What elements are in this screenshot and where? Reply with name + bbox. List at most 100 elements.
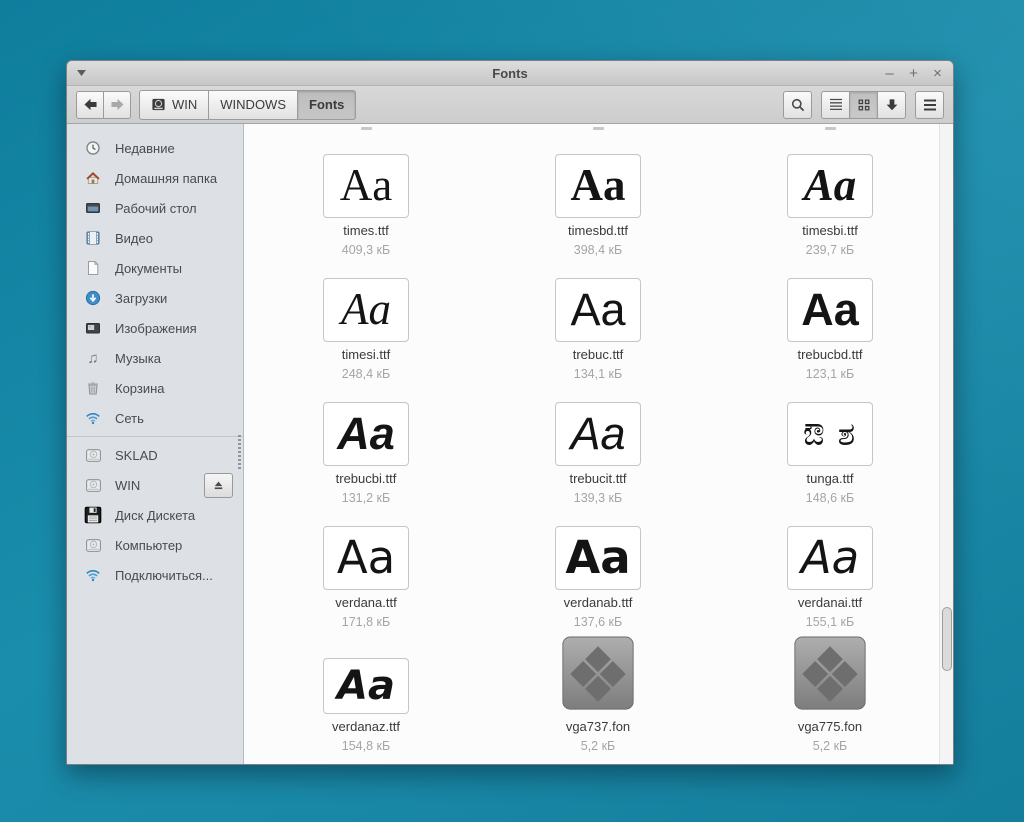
clipped-row-remnant (825, 127, 836, 130)
file-item-verdana[interactable]: Aa verdana.ttf 171,8 кБ (250, 504, 482, 628)
files-view[interactable]: Aa times.ttf 409,3 кБ Aa timesbd.ttf 398… (244, 124, 953, 764)
window-title: Fonts (67, 66, 953, 81)
vertical-scrollbar[interactable] (939, 124, 953, 764)
file-size: 131,2 кБ (342, 492, 390, 505)
file-item-verdanab[interactable]: Aa verdanab.ttf 137,6 кБ (482, 504, 714, 628)
file-item-trebucbd[interactable]: Aa trebucbd.ttf 123,1 кБ (714, 256, 946, 380)
file-grid: Aa times.ttf 409,3 кБ Aa timesbd.ttf 398… (244, 124, 953, 752)
sidebar-item-home[interactable]: Домашняя папка (67, 163, 243, 193)
sidebar-item-downloads[interactable]: Загрузки (67, 283, 243, 313)
sidebar-item-label: Компьютер (115, 538, 182, 553)
sidebar-item-trash[interactable]: Корзина (67, 373, 243, 403)
desktop-icon (84, 199, 102, 217)
sidebar-item-images[interactable]: Изображения (67, 313, 243, 343)
sidebar-item-win[interactable]: WIN (67, 470, 243, 500)
font-preview-thumbnail: Aa (323, 526, 409, 590)
file-item-verdanai[interactable]: Aa verdanai.ttf 155,1 кБ (714, 504, 946, 628)
sidebar-item-label: Изображения (115, 321, 197, 336)
breadcrumb-label: WINDOWS (220, 97, 286, 112)
scrollbar-thumb[interactable] (942, 607, 952, 671)
arrow-down-icon (885, 98, 899, 112)
breadcrumb-item-win[interactable]: WIN (139, 90, 209, 120)
fon-file-icon (561, 634, 635, 714)
view-toggle-group (821, 91, 906, 119)
minimize-button[interactable]: – (883, 66, 896, 81)
file-size: 155,1 кБ (806, 616, 854, 629)
breadcrumb-label: WIN (172, 97, 197, 112)
file-size: 5,2 кБ (813, 740, 848, 753)
file-name: trebucbd.ttf (797, 347, 862, 363)
list-view-button[interactable] (821, 91, 850, 119)
sidebar-item-desktop[interactable]: Рабочий стол (67, 193, 243, 223)
fon-file-icon (793, 634, 867, 714)
document-icon (84, 259, 102, 277)
file-item-times[interactable]: Aa times.ttf 409,3 кБ (250, 132, 482, 256)
sidebar-item-label: Подключиться... (115, 568, 213, 583)
sidebar-item-computer[interactable]: Компьютер (67, 530, 243, 560)
file-name: verdanab.ttf (564, 595, 633, 611)
file-name: verdana.ttf (335, 595, 396, 611)
font-preview-thumbnail: Aa (787, 278, 873, 342)
drive-icon (84, 476, 102, 494)
grid-view-button[interactable] (849, 91, 878, 119)
home-icon (84, 169, 102, 187)
file-name: timesbd.ttf (568, 223, 628, 239)
drive-icon (84, 446, 102, 464)
file-item-trebucbi[interactable]: Aa trebucbi.ttf 131,2 кБ (250, 380, 482, 504)
font-preview-thumbnail: Aa (555, 154, 641, 218)
sidebar-item-floppy[interactable]: Диск Дискета (67, 500, 243, 530)
sidebar-item-label: Видео (115, 231, 153, 246)
breadcrumb-item-fonts[interactable]: Fonts (297, 90, 356, 120)
file-name: trebucit.ttf (569, 471, 626, 487)
sidebar-item-music[interactable]: ♫ Музыка (67, 343, 243, 373)
close-button[interactable]: × (931, 66, 944, 81)
hamburger-menu-icon (923, 99, 937, 111)
breadcrumb-item-windows[interactable]: WINDOWS (208, 90, 298, 120)
forward-arrow-icon (110, 98, 125, 111)
file-item-vga775[interactable]: vga775.fon 5,2 кБ (714, 628, 946, 752)
titlebar[interactable]: Fonts – + × (67, 61, 953, 86)
search-icon (790, 97, 806, 113)
file-item-trebucit[interactable]: Aa trebucit.ttf 139,3 кБ (482, 380, 714, 504)
eject-button[interactable] (204, 473, 233, 498)
file-size: 148,6 кБ (806, 492, 854, 505)
file-size: 137,6 кБ (574, 616, 622, 629)
desktop-background: Fonts – + × (0, 0, 1024, 822)
sidebar-item-recent[interactable]: Недавние (67, 133, 243, 163)
file-name: verdanaz.ttf (332, 719, 400, 735)
file-item-vga737[interactable]: vga737.fon 5,2 кБ (482, 628, 714, 752)
nav-button-group (76, 91, 131, 119)
file-name: tunga.ttf (807, 471, 854, 487)
sidebar-item-label: Сеть (115, 411, 144, 426)
search-button[interactable] (783, 91, 812, 119)
file-item-timesi[interactable]: Aa timesi.ttf 248,4 кБ (250, 256, 482, 380)
file-manager-window: Fonts – + × (66, 60, 954, 765)
file-item-tunga[interactable]: ಔ ಶ tunga.ttf 148,6 кБ (714, 380, 946, 504)
sidebar-item-label: SKLAD (115, 448, 158, 463)
sidebar-item-label: Домашняя папка (115, 171, 217, 186)
file-item-trebuc[interactable]: Aa trebuc.ttf 134,1 кБ (482, 256, 714, 380)
sidebar-item-label: Музыка (115, 351, 161, 366)
file-item-timesbi[interactable]: Aa timesbi.ttf 239,7 кБ (714, 132, 946, 256)
file-item-timesbd[interactable]: Aa timesbd.ttf 398,4 кБ (482, 132, 714, 256)
sidebar-item-video[interactable]: Видео (67, 223, 243, 253)
compact-view-button[interactable] (877, 91, 906, 119)
file-name: verdanai.ttf (798, 595, 862, 611)
maximize-button[interactable]: + (907, 66, 920, 81)
forward-button[interactable] (103, 91, 131, 119)
window-menu-arrow-icon[interactable] (77, 70, 86, 76)
menu-button[interactable] (915, 91, 944, 119)
file-name: timesbi.ttf (802, 223, 858, 239)
breadcrumb: WIN WINDOWS Fonts (139, 90, 356, 120)
sidebar-item-label: Недавние (115, 141, 175, 156)
sidebar-scrollbar[interactable] (238, 435, 241, 471)
sidebar-item-connect[interactable]: Подключиться... (67, 560, 243, 590)
sidebar-item-sklad[interactable]: SKLAD (67, 440, 243, 470)
drive-icon (84, 536, 102, 554)
sidebar-item-network[interactable]: Сеть (67, 403, 243, 433)
file-item-verdanaz[interactable]: Aa verdanaz.ttf 154,8 кБ (250, 628, 482, 752)
file-size: 398,4 кБ (574, 244, 622, 257)
back-button[interactable] (76, 91, 104, 119)
back-arrow-icon (83, 98, 98, 111)
sidebar-item-documents[interactable]: Документы (67, 253, 243, 283)
